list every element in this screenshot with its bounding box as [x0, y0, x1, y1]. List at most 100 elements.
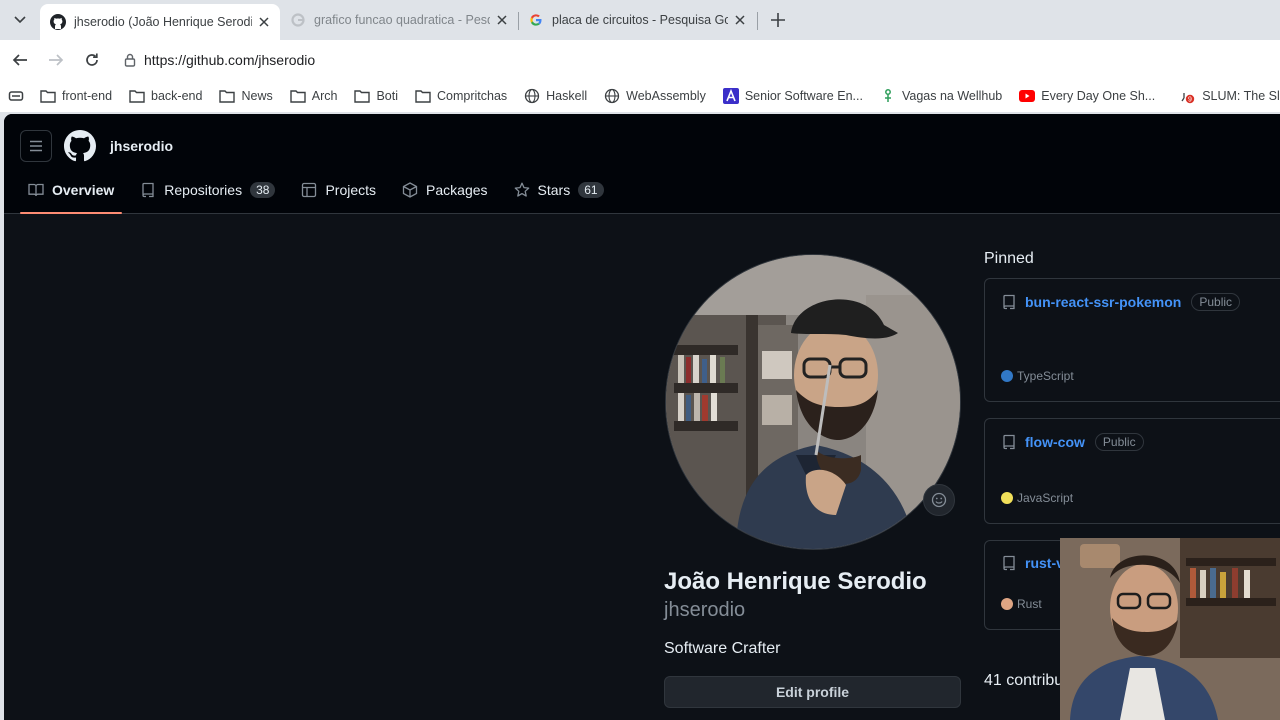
language-color-dot — [1001, 492, 1013, 504]
tab-search-dropdown-icon[interactable] — [8, 8, 32, 32]
bookmark-label: SLUM: The Sl — [1202, 89, 1280, 103]
pinned-repo-card: flow-cow Public JavaScript — [984, 418, 1280, 524]
folder-icon — [129, 88, 145, 104]
site-info-icon[interactable] — [122, 52, 138, 68]
book-icon — [28, 182, 44, 198]
bookmark-haskell[interactable]: Haskell — [524, 88, 587, 104]
repo-language: TypeScript — [1017, 369, 1074, 383]
bookmark-every-day[interactable]: Every Day One Sh... — [1019, 88, 1155, 104]
notification-icon: 9 — [1180, 88, 1196, 104]
repo-language: Rust — [1017, 597, 1042, 611]
bookmark-arch[interactable]: Arch — [290, 88, 338, 104]
bookmark-wellhub[interactable]: Vagas na Wellhub — [880, 88, 1002, 104]
pinned-repo-link[interactable]: rust-v — [1025, 555, 1064, 571]
repo-icon — [1001, 434, 1017, 450]
tab-overview[interactable]: Overview — [20, 174, 123, 214]
set-status-emoji-icon[interactable] — [923, 484, 955, 516]
google-icon — [290, 12, 306, 28]
tab-stars[interactable]: Stars 61 — [506, 174, 612, 206]
package-icon — [402, 182, 418, 198]
bookmark-label: WebAssembly — [626, 89, 706, 103]
tab-separator — [757, 12, 758, 30]
folder-icon — [219, 88, 236, 104]
bookmark-label: Senior Software En... — [744, 89, 863, 103]
tab-title: grafico funcao quadratica - Pesqui — [314, 13, 490, 27]
bookmark-back-end[interactable]: back-end — [129, 88, 202, 104]
a-logo-icon — [722, 88, 739, 104]
folder-icon — [415, 88, 431, 104]
pinned-repo-link[interactable]: flow-cow — [1025, 434, 1085, 450]
github-logo-icon[interactable] — [64, 130, 96, 162]
menu-icon[interactable] — [20, 130, 52, 162]
svg-text:9: 9 — [1188, 97, 1192, 104]
pinned-repo-link[interactable]: bun-react-ssr-pokemon — [1025, 294, 1181, 310]
google-icon — [528, 12, 544, 28]
tab-projects[interactable]: Projects — [293, 174, 384, 206]
tab-label: Projects — [325, 182, 377, 198]
tab-repositories[interactable]: Repositories 38 — [132, 174, 283, 206]
webcam-overlay — [1060, 538, 1280, 720]
pinned-heading: Pinned — [984, 250, 1034, 267]
bookmark-label: front-end — [62, 89, 113, 103]
language-color-dot — [1001, 370, 1013, 382]
new-tab-icon[interactable] — [766, 8, 790, 32]
pinned-repo-card: bun-react-ssr-pokemon Public TypeScript — [984, 278, 1280, 402]
tab-google-search-2[interactable]: placa de circuitos - Pesquisa Goog — [518, 4, 756, 36]
repo-language: JavaScript — [1017, 491, 1074, 505]
back-arrow-icon[interactable] — [8, 48, 32, 72]
tab-group-icon — [8, 88, 24, 104]
avatar-photo — [666, 255, 960, 549]
url-text: https://github.com/jhserodio — [144, 52, 316, 68]
tab-label: Repositories — [164, 182, 243, 198]
repositories-count: 38 — [250, 182, 276, 198]
webcam-video — [1060, 538, 1280, 720]
browser-toolbar: https://github.com/jhserodio — [0, 40, 1280, 80]
bookmark-tabgroup[interactable] — [8, 88, 30, 104]
folder-icon — [290, 88, 306, 104]
repo-icon — [1001, 294, 1017, 310]
bookmark-label: Compritchas — [436, 89, 508, 103]
bookmark-webassembly[interactable]: WebAssembly — [604, 88, 706, 104]
bookmark-label: Boti — [376, 89, 398, 103]
bookmark-label: Vagas na Wellhub — [901, 89, 1003, 103]
table-icon — [301, 182, 317, 198]
tab-label: Stars — [537, 182, 571, 198]
visibility-badge: Public — [1094, 433, 1144, 451]
profile-full-name: João Henrique Serodio — [664, 568, 927, 595]
stars-count: 61 — [578, 182, 604, 198]
browser-tab-strip: jhserodio (João Henrique Serodio) grafic… — [0, 0, 1280, 40]
bookmark-compritchas[interactable]: Compritchas — [415, 88, 507, 104]
edit-profile-button[interactable]: Edit profile — [664, 676, 961, 708]
youtube-icon — [1019, 88, 1036, 104]
close-tab-icon[interactable] — [732, 12, 748, 28]
header-username[interactable]: jhserodio — [110, 138, 173, 154]
globe-icon — [524, 88, 540, 104]
address-bar[interactable]: https://github.com/jhserodio — [112, 45, 1280, 75]
close-tab-icon[interactable] — [256, 14, 272, 30]
bookmark-boti[interactable]: Boti — [354, 88, 398, 104]
bookmarks-bar: front-end back-end News Arch Boti Compri… — [0, 80, 1280, 112]
github-header: jhserodio Overview Repositories 38 Proje… — [4, 114, 1280, 214]
bookmark-label: News — [241, 89, 273, 103]
bookmark-senior-software[interactable]: Senior Software En... — [722, 88, 863, 104]
tab-packages[interactable]: Packages — [394, 174, 495, 206]
bookmark-front-end[interactable]: front-end — [40, 88, 112, 104]
globe-icon — [604, 88, 620, 104]
tab-label: Packages — [426, 182, 488, 198]
forward-arrow-icon[interactable] — [44, 48, 68, 72]
bookmark-label: Haskell — [546, 89, 588, 103]
profile-nav: Overview Repositories 38 Projects Packag… — [20, 174, 622, 214]
tab-google-search-1[interactable]: grafico funcao quadratica - Pesqui — [280, 4, 518, 36]
bookmark-slum[interactable]: 9 SLUM: The Sl — [1180, 88, 1280, 104]
close-tab-icon[interactable] — [494, 12, 510, 28]
tab-title: jhserodio (João Henrique Serodio) — [74, 15, 252, 29]
bookmark-label: Every Day One Sh... — [1041, 89, 1156, 103]
bookmark-label: Arch — [311, 89, 338, 103]
bookmark-news[interactable]: News — [219, 88, 273, 104]
folder-icon — [354, 88, 371, 104]
repo-icon — [140, 182, 156, 198]
wellhub-icon — [880, 88, 896, 104]
profile-avatar[interactable] — [665, 254, 961, 550]
reload-icon[interactable] — [80, 48, 104, 72]
tab-github-profile[interactable]: jhserodio (João Henrique Serodio) — [40, 4, 280, 40]
